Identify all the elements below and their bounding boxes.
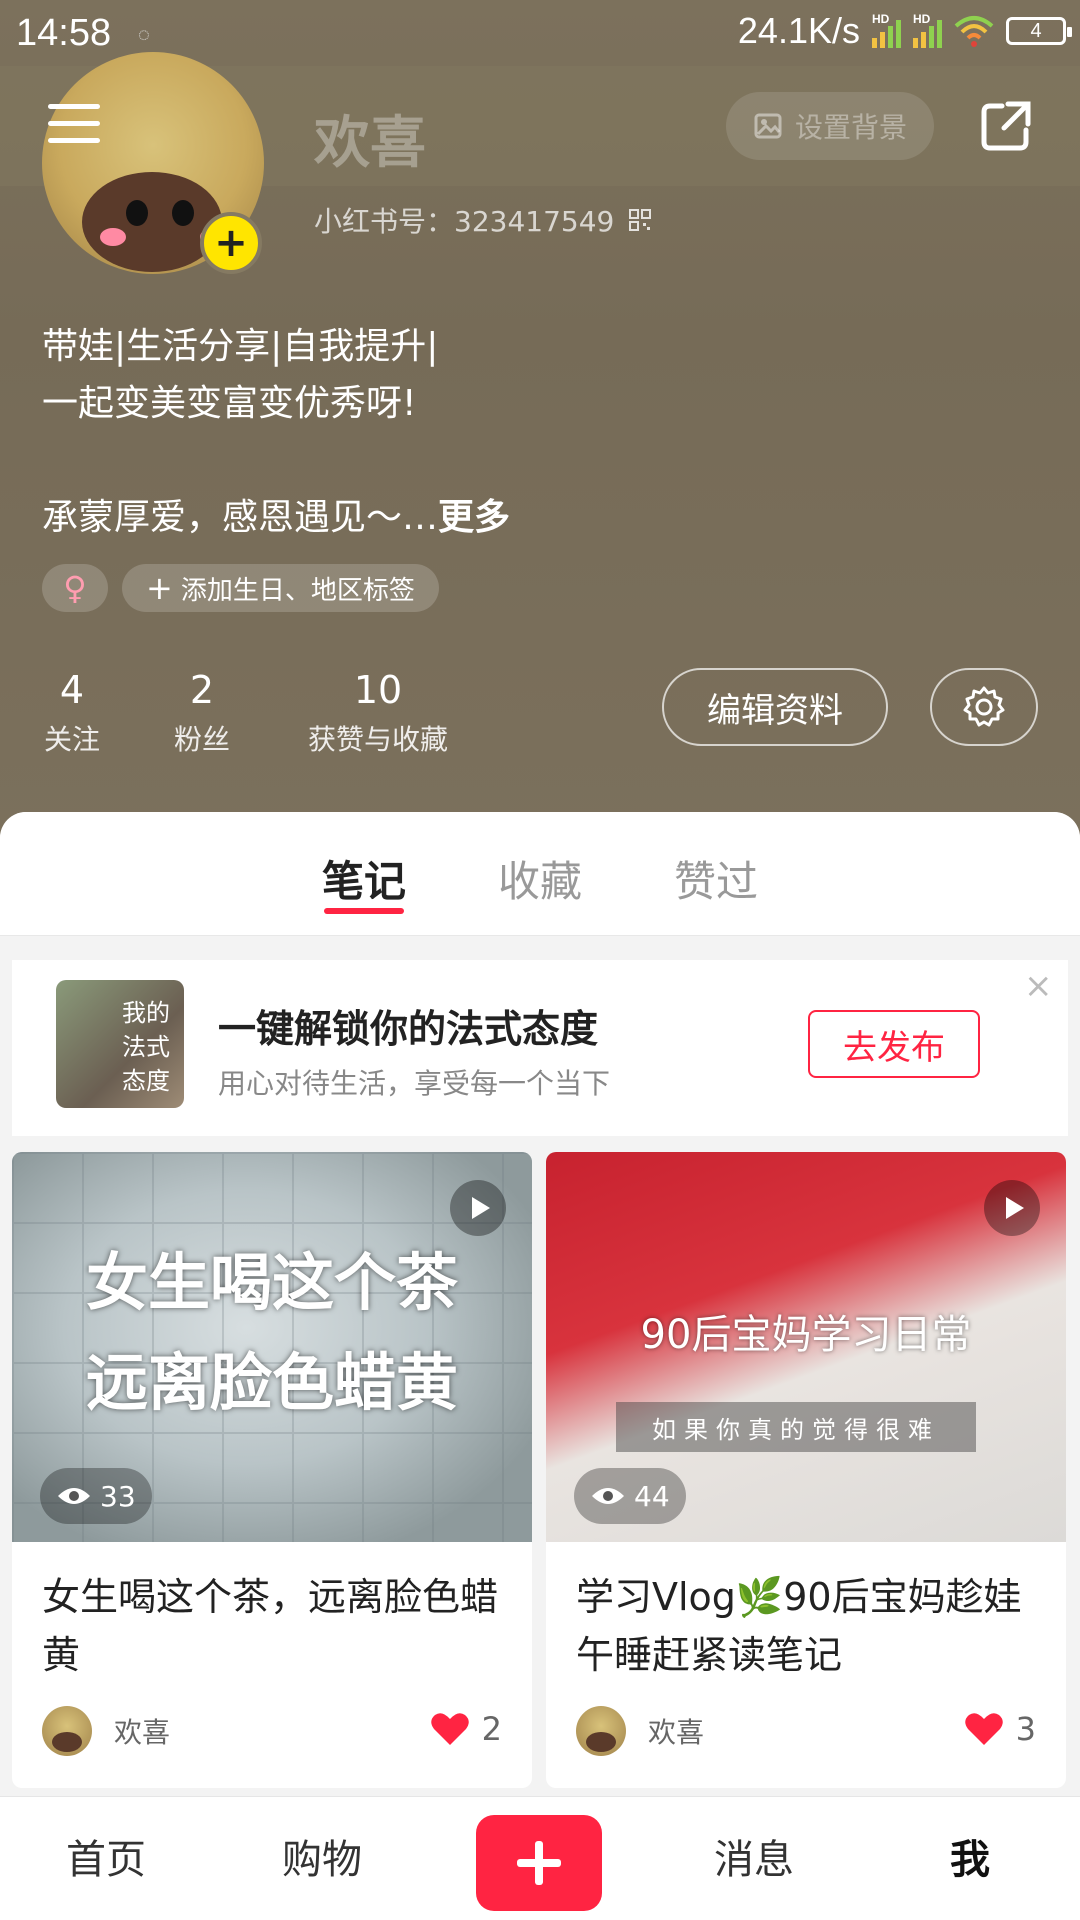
- tab-notes[interactable]: 笔记: [322, 848, 406, 909]
- settings-button[interactable]: [930, 668, 1038, 746]
- tab-liked[interactable]: 赞过: [674, 848, 758, 909]
- cover-subtitle: 如果你真的觉得很难: [616, 1402, 976, 1452]
- view-count: 33: [40, 1468, 152, 1524]
- add-avatar-button[interactable]: +: [200, 212, 262, 274]
- cover-text: 90后宝妈学习日常: [640, 1312, 972, 1358]
- network-speed: 24.1K/s: [737, 10, 860, 51]
- author-avatar: [42, 1706, 92, 1756]
- nav-messages[interactable]: 消息: [714, 1827, 794, 1885]
- gear-icon: [963, 686, 1005, 727]
- share-icon[interactable]: [980, 100, 1032, 152]
- stat-likes-collects[interactable]: 10 获赞与收藏: [300, 668, 456, 758]
- add-tag-label: 添加生日、地区标签: [180, 575, 415, 606]
- promo-subtitle: 用心对待生活，享受每一个当下: [218, 1067, 611, 1100]
- stat-followers[interactable]: 2 粉丝: [168, 668, 236, 758]
- bio-line: 承蒙厚爱，感恩遇见～…更多: [42, 497, 511, 538]
- menu-icon[interactable]: [48, 104, 100, 144]
- set-background-button[interactable]: 设置背景: [726, 92, 934, 160]
- close-icon[interactable]: ×: [1024, 966, 1053, 1006]
- username: 欢喜: [314, 111, 426, 176]
- bio-line: 一起变美变富变优秀呀!: [42, 383, 417, 424]
- note-cover-image: 女生喝这个茶 远离脸色蜡黄 33: [12, 1152, 532, 1542]
- content-panel: 笔记 收藏 赞过 我的 法式 态度 一键解锁你的法式态度 用心对待生活，享受每一…: [0, 812, 1080, 1920]
- note-card[interactable]: 女生喝这个茶 远离脸色蜡黄 33 女生喝这个茶，远离脸色蜡黄 欢喜 2: [12, 1152, 532, 1788]
- cover-text: 女生喝这个茶: [85, 1246, 458, 1319]
- heart-icon: [964, 1713, 1003, 1745]
- promo-thumbnail: 我的 法式 态度: [56, 980, 184, 1108]
- bio: 带娃|生活分享|自我提升| 一起变美变富变优秀呀! 承蒙厚爱，感恩遇见～…更多: [42, 318, 510, 546]
- user-id: 小红书号：323417549: [314, 200, 652, 240]
- plus-icon: +: [146, 569, 173, 607]
- plus-icon: [517, 1841, 561, 1885]
- play-icon: [450, 1180, 506, 1236]
- notification-dot-icon: ◌: [138, 24, 150, 46]
- nav-home[interactable]: 首页: [66, 1827, 146, 1885]
- author-name: 欢喜: [648, 1716, 705, 1749]
- nav-shopping[interactable]: 购物: [282, 1827, 362, 1885]
- edit-profile-button[interactable]: 编辑资料: [662, 668, 888, 746]
- note-title: 女生喝这个茶，远离脸色蜡黄: [42, 1575, 499, 1677]
- battery-icon: 4: [1006, 17, 1072, 45]
- bottom-nav: 首页 购物 消息 我: [0, 1796, 1080, 1920]
- status-time: 14:58: [16, 12, 112, 54]
- publish-button[interactable]: 去发布: [808, 1010, 980, 1078]
- wifi-icon: [954, 16, 994, 47]
- add-tag-button[interactable]: + 添加生日、地区标签: [122, 564, 439, 612]
- stat-following[interactable]: 4 关注: [40, 668, 104, 758]
- create-post-button[interactable]: [476, 1815, 602, 1911]
- image-icon: [754, 113, 782, 139]
- author-name: 欢喜: [114, 1716, 171, 1749]
- view-count: 44: [574, 1468, 686, 1524]
- profile-header: 14:58 ◌ 24.1K/s HD HD 4 + 欢喜 设置背景 小红书号：3…: [0, 0, 1080, 840]
- bio-more-link[interactable]: 更多: [438, 497, 510, 538]
- active-tab-indicator: [324, 908, 404, 914]
- promo-title: 一键解锁你的法式态度: [218, 1007, 599, 1051]
- gender-tag[interactable]: ♀: [42, 564, 108, 612]
- set-background-label: 设置背景: [794, 111, 907, 144]
- tab-bar: 笔记 收藏 赞过: [0, 812, 1080, 936]
- play-icon: [984, 1180, 1040, 1236]
- note-author[interactable]: 欢喜: [42, 1706, 170, 1756]
- eye-icon: [592, 1488, 624, 1504]
- nav-me[interactable]: 我: [950, 1827, 990, 1885]
- like-button[interactable]: 2: [430, 1710, 502, 1748]
- heart-icon: [430, 1713, 469, 1745]
- cover-text: 远离脸色蜡黄: [85, 1346, 458, 1419]
- qr-code-icon[interactable]: [628, 208, 652, 232]
- bio-line: 带娃|生活分享|自我提升|: [42, 326, 439, 367]
- note-cover-image: 90后宝妈学习日常 如果你真的觉得很难 44: [546, 1152, 1066, 1542]
- note-card[interactable]: 90后宝妈学习日常 如果你真的觉得很难 44 学习Vlog🌿90后宝妈趁娃午睡赶…: [546, 1152, 1066, 1788]
- like-button[interactable]: 3: [964, 1710, 1036, 1748]
- tab-collections[interactable]: 收藏: [498, 848, 582, 909]
- eye-icon: [58, 1488, 90, 1504]
- note-title: 学习Vlog🌿90后宝妈趁娃午睡赶紧读笔记: [576, 1575, 1022, 1677]
- note-author[interactable]: 欢喜: [576, 1706, 704, 1756]
- signal-icon-2: HD: [913, 12, 942, 48]
- author-avatar: [576, 1706, 626, 1756]
- signal-icon: HD: [872, 12, 901, 48]
- promo-banner[interactable]: 我的 法式 态度 一键解锁你的法式态度 用心对待生活，享受每一个当下 去发布 ×: [12, 960, 1068, 1136]
